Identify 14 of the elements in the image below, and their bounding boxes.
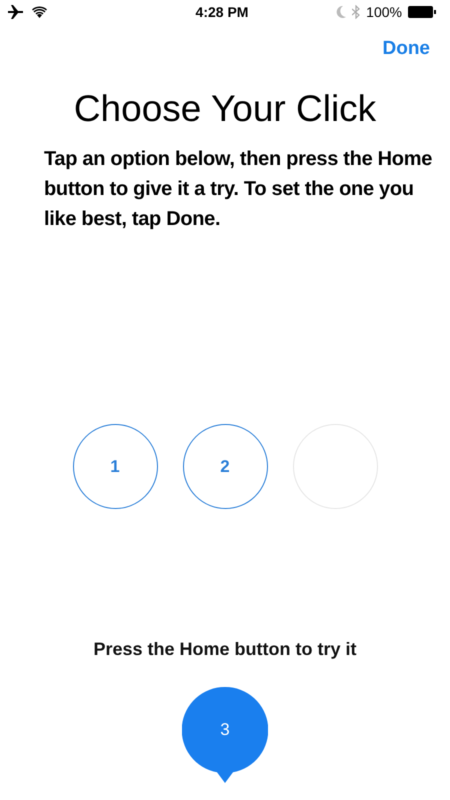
wifi-icon — [32, 6, 47, 18]
hint-text: Press the Home button to try it — [92, 639, 358, 660]
bluetooth-icon — [352, 5, 360, 19]
status-time: 4:28 PM — [196, 4, 248, 20]
done-button[interactable]: Done — [382, 38, 430, 60]
click-option[interactable]: 1 — [72, 424, 158, 509]
battery-percentage: 100% — [366, 4, 402, 20]
moon-icon — [336, 6, 346, 18]
option-bubble[interactable]: 3 — [182, 687, 268, 783]
battery-icon — [408, 6, 436, 18]
instructions-text: Tap an option below, then press the Home button to give it a try. To set the one you like best, tap Done. — [44, 147, 434, 232]
airplane-icon — [8, 5, 24, 19]
click-option[interactable]: 2 — [182, 424, 268, 509]
page-title: Choose Your Click — [72, 88, 378, 130]
